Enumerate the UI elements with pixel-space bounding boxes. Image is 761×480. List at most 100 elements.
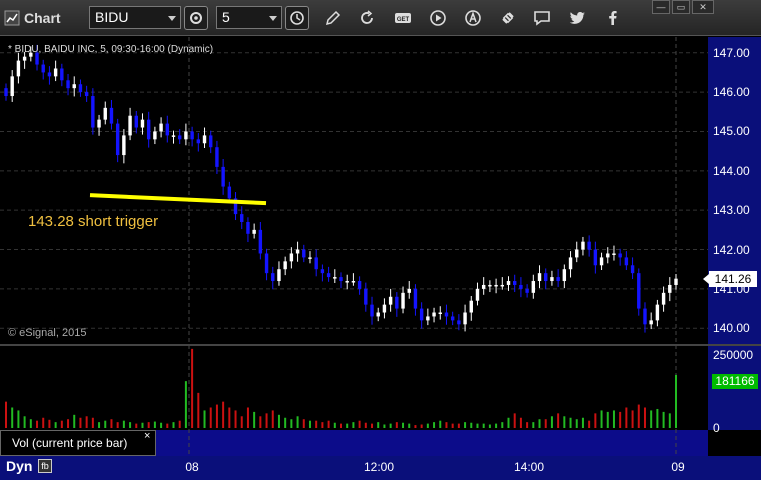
annotation-label: 143.28 short trigger — [28, 213, 159, 230]
candle-body — [531, 281, 536, 293]
candle-body — [209, 135, 213, 148]
candle-body — [575, 249, 579, 258]
candle-body — [240, 214, 244, 222]
candle-body — [444, 312, 449, 317]
candle-body — [426, 316, 430, 321]
candle-body — [655, 304, 660, 321]
candle-body — [159, 123, 163, 132]
candle-body — [97, 119, 101, 128]
candle-body — [630, 265, 635, 274]
candle-body — [544, 273, 548, 282]
time-tick-label: 12:00 — [363, 460, 395, 474]
candle-body — [562, 269, 567, 282]
candle-body — [370, 304, 374, 317]
candle-body — [84, 92, 89, 97]
candle-body — [556, 277, 560, 282]
candle-body — [407, 288, 411, 293]
candle-body — [469, 300, 473, 313]
candle-body — [438, 312, 442, 315]
candle-body — [115, 123, 120, 156]
candle-body — [122, 135, 126, 156]
time-tick-label: 09 — [671, 460, 685, 474]
candle-body — [481, 284, 486, 289]
candle-body — [165, 123, 170, 136]
candle-body — [128, 115, 132, 136]
price-tick-label: 143.00 — [713, 203, 750, 218]
chart-title: * BIDU, BAIDU INC, 5, 09:30-16:00 (Dynam… — [8, 44, 214, 55]
candle-body — [16, 60, 21, 77]
candle-body — [171, 135, 176, 137]
candle-body — [221, 166, 225, 187]
candle-body — [649, 320, 653, 325]
short-trigger-line — [89, 193, 267, 206]
candle-body — [506, 281, 511, 285]
candle-body — [177, 135, 182, 140]
candle-body — [395, 296, 399, 309]
candle-body — [202, 135, 207, 144]
candle-body — [264, 253, 269, 274]
candle-body — [661, 292, 666, 305]
candle-body — [519, 284, 523, 289]
candle-body — [4, 88, 8, 97]
price-tick-label: 140.00 — [713, 321, 750, 336]
candle-body — [643, 308, 647, 325]
candle-body — [618, 253, 622, 258]
candle-body — [345, 281, 349, 283]
candle-body — [66, 80, 70, 89]
candle-body — [140, 119, 145, 128]
candle-body — [364, 288, 368, 305]
chart-plot — [0, 37, 708, 456]
candle-body — [637, 273, 641, 309]
candle-body — [612, 253, 616, 255]
candle-body — [227, 186, 232, 199]
candle-body — [10, 76, 14, 97]
candle-body — [258, 229, 263, 254]
candle-body — [450, 316, 455, 321]
candle-body — [295, 249, 300, 254]
candle-body — [606, 253, 610, 258]
price-tick-label: 142.00 — [713, 242, 750, 257]
candle-body — [357, 281, 362, 289]
candle-body — [271, 273, 275, 282]
candle-body — [500, 284, 505, 287]
candle-body — [60, 68, 64, 81]
price-tick-label: 145.00 — [713, 124, 750, 139]
candle-body — [277, 269, 281, 282]
candle-body — [184, 131, 188, 140]
copyright-text: © eSignal, 2015 — [8, 327, 87, 339]
candle-body — [550, 277, 554, 282]
candle-body — [326, 273, 331, 278]
candle-body — [401, 292, 405, 309]
candle-body — [103, 107, 107, 120]
candle-body — [215, 147, 219, 167]
candle-body — [388, 296, 393, 305]
candle-body — [432, 312, 436, 317]
candle-body — [190, 131, 194, 140]
candle-body — [674, 278, 678, 285]
candle-body — [41, 64, 45, 73]
candle-body — [314, 257, 318, 270]
time-tick-label: 08 — [185, 460, 199, 474]
candle-body — [78, 84, 83, 93]
candle-body — [624, 257, 629, 266]
candle-body — [320, 269, 325, 274]
candle-body — [308, 257, 312, 259]
candle-body — [568, 257, 573, 270]
candle-body — [419, 308, 424, 321]
candle-body — [512, 281, 517, 285]
candle-body — [668, 284, 672, 293]
candle-body — [153, 131, 157, 140]
candle-body — [339, 277, 343, 282]
candle-body — [47, 72, 52, 77]
candle-body — [599, 257, 604, 266]
candle-body — [488, 284, 492, 287]
candle-body — [351, 281, 356, 283]
candle-body — [252, 229, 256, 234]
candle-body — [333, 277, 337, 279]
candle-body — [537, 273, 542, 282]
candle-body — [382, 304, 387, 313]
candle-body — [146, 119, 151, 140]
candle-body — [494, 284, 498, 287]
candle-body — [22, 56, 27, 61]
candle-body — [134, 115, 138, 128]
